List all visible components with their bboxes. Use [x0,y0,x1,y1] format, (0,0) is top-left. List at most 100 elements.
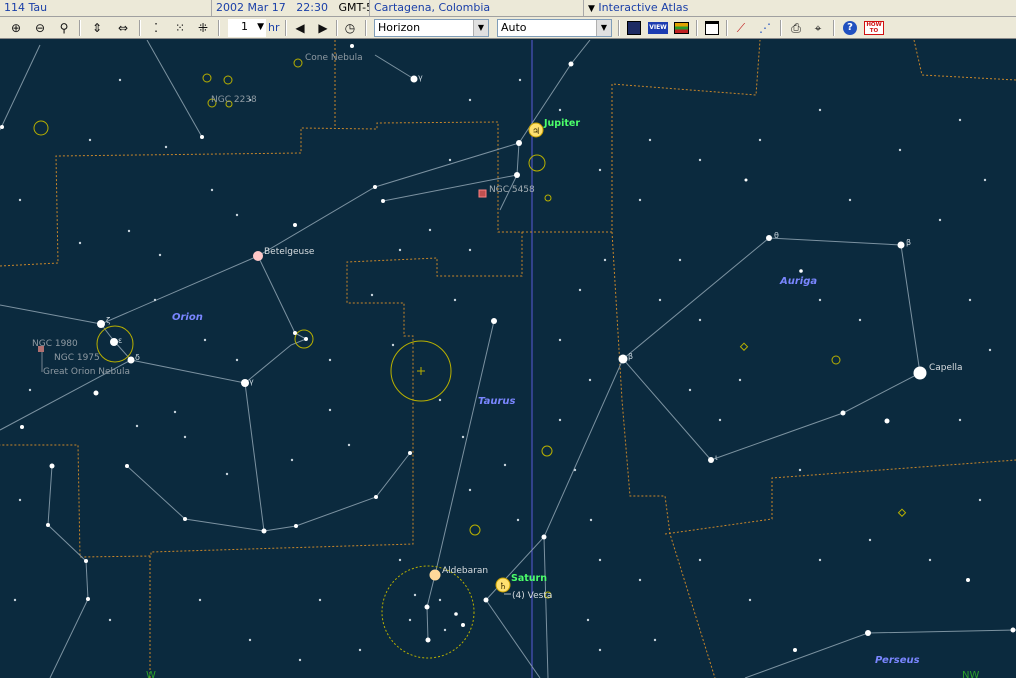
toolbar-separator [780,20,782,36]
label-ngc-1975[interactable]: NGC 1975 [54,353,100,363]
star [840,410,846,416]
star [84,559,88,563]
star [708,457,714,463]
mode-menu[interactable]: ▼ Interactive Atlas [584,0,1016,16]
star-aldebaran [429,569,441,581]
toolbar: ⊕ ⊖ ⚲ ⇕ ⇔ ⁚ ⁙ ⁜ 1 ▼ hr ◀ ▶ ◷ Horizon ▼ A… [0,17,1016,39]
telescope-button[interactable]: ⌖ [808,19,828,37]
star [568,61,574,67]
label-vesta[interactable]: (4) Vesta [512,591,552,601]
help-button[interactable]: ? [840,19,860,37]
star [744,178,748,182]
label-ngc-1980[interactable]: NGC 1980 [32,339,78,349]
fewer-stars-button[interactable]: ⁚ [146,19,166,37]
star [865,630,871,636]
label-auriga[interactable]: Auriga [779,276,817,287]
horizontal-arrows-icon: ⇔ [117,21,129,35]
star [293,331,297,335]
star [294,524,298,528]
toolbar-separator [696,20,698,36]
time-step-input[interactable]: 1 ▼ [228,19,266,37]
time-text: 22:30 [296,1,328,14]
filmstrip-icon [673,22,689,34]
printer-icon: ⎙ [791,20,801,35]
triangle-down-icon: ▼ [588,4,595,14]
star [304,337,308,341]
star [799,269,803,273]
howto-button[interactable]: HOW TO [863,19,885,37]
time-step-value: 1 [241,20,248,33]
step-forward-button[interactable]: ▶ [313,19,333,37]
star [514,172,520,178]
star [541,534,547,540]
greek-label: ι [715,453,718,462]
star [49,463,55,469]
now-button[interactable]: ◷ [340,19,360,37]
star [97,320,105,328]
sky-chart[interactable]: ♃ ♄ Cone Nebula NGC 2238 Jupiter NGC 545… [0,40,1016,678]
expand-dots-icon: ⁜ [197,21,209,35]
toolbar-separator [365,20,367,36]
window-button[interactable] [702,19,722,37]
label-ngc-2238[interactable]: NGC 2238 [211,95,257,105]
star [374,495,378,499]
star [410,75,418,83]
zoom-out-button[interactable]: ⊖ [30,19,50,37]
datetime-readout[interactable]: 2002 Mar 17 22:30 GMT-5 [212,0,370,16]
greek-label: β [628,352,633,361]
vertical-fit-button[interactable]: ⇕ [87,19,107,37]
toolbar-separator [336,20,338,36]
star [454,612,458,616]
few-dots-icon: ⁚ [154,21,158,35]
window-icon [705,21,719,35]
path-button[interactable]: ⋰ [755,19,775,37]
zoom-in-button[interactable]: ⊕ [6,19,26,37]
label-orion[interactable]: Orion [172,312,203,323]
label-saturn[interactable]: Saturn [511,573,547,584]
toolbar-separator [833,20,835,36]
time-step-unit: hr [268,21,280,34]
label-betelgeuse[interactable]: Betelgeuse [264,247,315,257]
label-great-orion-nebula[interactable]: Great Orion Nebula [43,367,130,377]
greek-label: ζ [106,316,110,325]
label-perseus[interactable]: Perseus [875,655,920,666]
star [381,199,385,203]
horizontal-fit-button[interactable]: ⇔ [113,19,133,37]
more-stars-button[interactable]: ⁙ [170,19,190,37]
label-cone-nebula[interactable]: Cone Nebula [305,53,363,63]
save-button[interactable] [624,19,644,37]
compass-west: W [146,670,156,678]
label-capella[interactable]: Capella [929,363,963,373]
greek-label: γ [249,377,254,386]
ngc-5458-marker [478,189,487,198]
star [350,44,354,48]
field-select[interactable]: Auto ▼ [497,19,612,37]
view-icon: VIEW [648,22,668,34]
view-mode-select[interactable]: Horizon ▼ [374,19,489,37]
magnifier-icon: ⚲ [59,21,69,35]
toolbar-separator [618,20,620,36]
label-aldebaran[interactable]: Aldebaran [442,566,488,576]
status-bar: 114 Tau 2002 Mar 17 22:30 GMT-5 Cartagen… [0,0,1016,17]
label-jupiter[interactable]: Jupiter [543,118,580,129]
step-back-button[interactable]: ◀ [290,19,310,37]
star [766,235,772,241]
greek-label: δ [135,353,140,362]
label-ngc-5458[interactable]: NGC 5458 [489,185,535,195]
zoom-button[interactable]: ⚲ [54,19,74,37]
help-icon: ? [843,21,857,35]
vertical-arrows-icon: ⇕ [91,21,103,35]
star-size-button[interactable]: ⁜ [193,19,213,37]
measure-button[interactable]: ⟋ [731,19,751,37]
star [183,517,187,521]
saturn-symbol: ♄ [499,582,507,592]
label-taurus[interactable]: Taurus [478,396,516,407]
view-button[interactable]: VIEW [648,19,668,37]
star [424,604,430,610]
filmstrip-button[interactable] [671,19,691,37]
location-readout[interactable]: Cartagena, Colombia [370,0,584,16]
compass-northwest: NW [962,670,979,678]
ruler-icon: ⟋ [736,20,746,35]
jupiter-symbol: ♃ [532,127,540,137]
print-button[interactable]: ⎙ [786,19,806,37]
